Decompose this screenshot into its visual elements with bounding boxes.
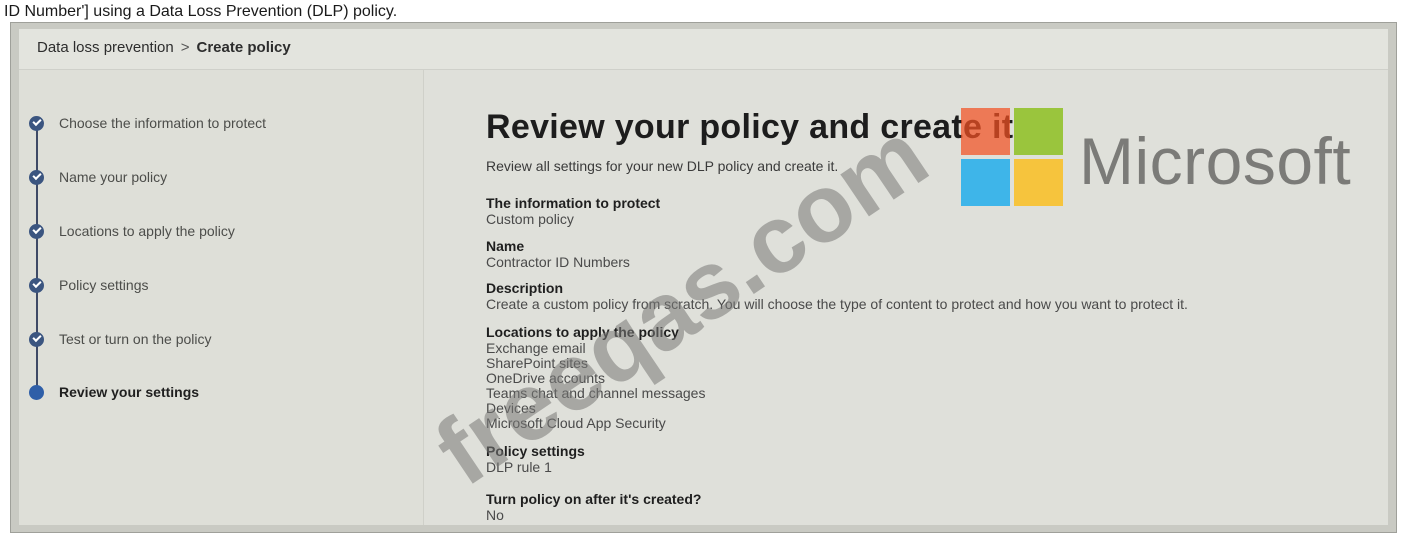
steps-connector-line (36, 120, 38, 390)
breadcrumb-parent-link[interactable]: Data loss prevention (37, 39, 174, 56)
description-heading: Description (486, 280, 564, 296)
logo-square-green (1014, 108, 1063, 155)
microsoft-logo-icon (961, 108, 1063, 206)
turn-on-heading: Turn policy on after it's created? (486, 491, 702, 507)
information-value: Custom policy (486, 211, 574, 227)
turn-on-value: No (486, 507, 504, 523)
name-heading: Name (486, 238, 525, 254)
step-label: Locations to apply the policy (59, 223, 235, 239)
information-heading: The information to protect (486, 195, 661, 211)
step-label: Test or turn on the policy (59, 331, 212, 347)
wizard-steps-sidebar: Choose the information to protect Name y… (19, 70, 424, 525)
step-current-dot-icon (29, 385, 44, 400)
step-label: Name your policy (59, 169, 168, 185)
breadcrumb-current: Create policy (196, 39, 291, 56)
step-complete-check-icon (29, 278, 44, 293)
dlp-wizard-window: Data loss prevention > Create policy Choos… (19, 29, 1388, 525)
step-complete-check-icon (29, 116, 44, 131)
step-label: Choose the information to protect (59, 115, 267, 131)
breadcrumb: Data loss prevention > Create policy (37, 39, 291, 56)
step-label: Policy settings (59, 277, 149, 293)
step-complete-check-icon (29, 332, 44, 347)
screenshot-frame: Data loss prevention > Create policy Choos… (10, 22, 1397, 533)
logo-square-blue (961, 159, 1010, 206)
breadcrumb-separator-icon: > (180, 39, 190, 56)
step-complete-check-icon (29, 224, 44, 239)
page-title: Review your policy and create it (486, 108, 1014, 146)
name-value: Contractor ID Numbers (486, 254, 630, 270)
page-caption: ID Number'] using a Data Loss Prevention… (4, 3, 398, 20)
logo-square-red (961, 108, 1010, 155)
step-label: Review your settings (59, 384, 200, 400)
logo-square-yellow (1014, 159, 1063, 206)
top-bar: Data loss prevention > Create policy (19, 29, 1388, 70)
microsoft-wordmark: Microsoft (1079, 124, 1352, 198)
step-complete-check-icon (29, 170, 44, 185)
